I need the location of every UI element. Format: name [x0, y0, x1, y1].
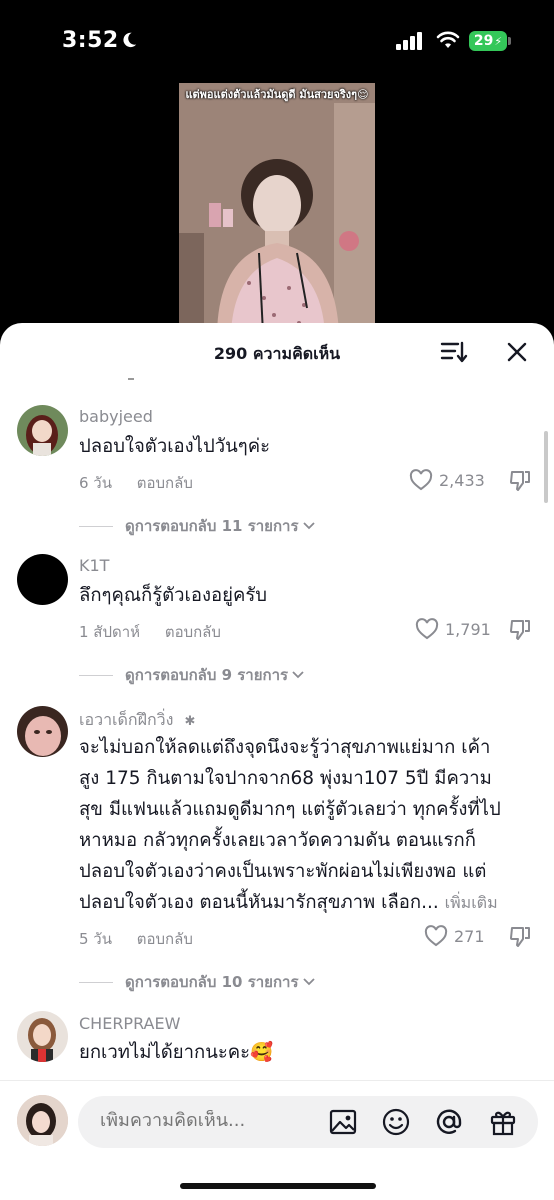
comment-input-bar	[0, 1080, 554, 1200]
comment-text: ปลอบใจตัวเองไปวันๆค่ะ	[79, 436, 271, 457]
signal-icon	[396, 32, 422, 50]
comment-text: ลึกๆคุณก็รู้ตัวเองอยู่ครับ	[79, 585, 268, 606]
avatar[interactable]	[17, 405, 68, 456]
like-button[interactable]: 271	[424, 925, 485, 947]
video-frame-image	[179, 83, 375, 333]
avatar[interactable]	[17, 706, 68, 757]
heart-icon	[424, 925, 448, 947]
comment-item: CHERPRAEW ยกเวทไม่ได้ยากนะคะ🥰	[0, 1011, 554, 1091]
comment-meta: 1 สัปดาห์ ตอบกลับ	[79, 620, 221, 644]
dislike-icon[interactable]	[508, 925, 532, 949]
mention-icon[interactable]	[434, 1107, 464, 1137]
like-count: 2,433	[439, 470, 485, 490]
like-button[interactable]: 2,433	[409, 469, 485, 491]
reply-button[interactable]: ตอบกลับ	[137, 474, 193, 492]
current-user-avatar	[17, 1095, 68, 1146]
battery-indicator: 29 ⚡	[469, 31, 507, 51]
like-button[interactable]: 1,791	[415, 618, 491, 640]
comment-text-long: จะไม่บอกให้ลดแต่ถึงจุดนึงจะรู้ว่าสุขภาพแ…	[79, 732, 531, 918]
like-count: 1,791	[445, 619, 491, 639]
view-replies-button[interactable]: ดูการตอบกลับ 10 รายการ	[79, 970, 315, 994]
comment-meta: 6 วัน ตอบกลับ	[79, 471, 193, 495]
video-preview[interactable]: แต่พอแต่งตัวแล้วมันดูดี มันสวยจริงๆ😌	[179, 83, 375, 333]
avatar[interactable]	[17, 554, 68, 605]
comment-text-line-last: ปลอบใจตัวเอง ตอนนี้หันมารักสุขภาพ เลือก.…	[79, 887, 531, 918]
moon-icon	[123, 32, 137, 48]
home-indicator	[180, 1183, 376, 1189]
wifi-icon	[436, 31, 460, 48]
view-replies-label: ดูการตอบกลับ 10 รายการ	[125, 973, 299, 991]
heart-icon	[415, 618, 439, 640]
comment-input-container[interactable]	[78, 1096, 538, 1148]
status-time: 3:52	[62, 28, 119, 53]
battery-nub	[508, 37, 511, 45]
comments-sheet: 290 ความคิดเห็น babyjeed ปลอบใจตัวเองไปว…	[0, 323, 554, 1200]
comment-text-line: สูง 175 กินตามใจปากจาก68 พุ่งมา107 5ปี ม…	[79, 768, 492, 789]
view-replies-button[interactable]: ดูการตอบกลับ 9 รายการ	[79, 663, 304, 687]
comment-time: 1 สัปดาห์	[79, 623, 141, 641]
comment-input[interactable]	[100, 1110, 320, 1131]
verified-badge-icon: ✱	[184, 714, 196, 729]
comments-header: 290 ความคิดเห็น	[0, 323, 554, 381]
comment-text-line: สุข มีแฟนแล้วแถมดูดีมากๆ แต่รู้ตัวเลยว่า…	[79, 799, 501, 820]
comment-text: ยกเวทไม่ได้ยากนะคะ🥰	[79, 1042, 274, 1063]
view-replies-button[interactable]: ดูการตอบกลับ 11 รายการ	[79, 514, 315, 538]
reply-button[interactable]: ตอบกลับ	[137, 930, 193, 948]
heart-icon	[409, 469, 433, 491]
comment-username[interactable]: babyjeed	[79, 407, 153, 426]
comment-username[interactable]: เอวาเด็กฝึกวิ่ง ✱	[79, 708, 195, 733]
comment-time: 6 วัน	[79, 474, 112, 492]
chevron-down-icon	[302, 978, 315, 986]
previous-comment-edge	[128, 378, 134, 380]
reply-button[interactable]: ตอบกลับ	[165, 623, 221, 641]
battery-level: 29	[473, 33, 494, 49]
status-bar: 3:52 29 ⚡	[0, 0, 554, 80]
dislike-icon[interactable]	[508, 618, 532, 642]
like-count: 271	[454, 926, 485, 946]
comment-item: babyjeed ปลอบใจตัวเองไปวันๆค่ะ 6 วัน ตอบ…	[0, 403, 554, 543]
video-caption: แต่พอแต่งตัวแล้วมันดูดี มันสวยจริงๆ😌	[185, 88, 369, 101]
comment-item: K1T ลึกๆคุณก็รู้ตัวเองอยู่ครับ 1 สัปดาห์…	[0, 552, 554, 692]
comment-username[interactable]: K1T	[79, 556, 109, 575]
comment-text-line: หาหมอ กลัวทุกครั้งเลยเวลาวัดความดัน ตอนแ…	[79, 830, 476, 851]
emoji-icon[interactable]	[381, 1107, 411, 1137]
comment-meta: 5 วัน ตอบกลับ	[79, 927, 193, 951]
dislike-icon[interactable]	[508, 469, 532, 493]
view-replies-label: ดูการตอบกลับ 11 รายการ	[125, 517, 299, 535]
replies-divider-line	[79, 525, 113, 527]
comment-text-line: จะไม่บอกให้ลดแต่ถึงจุดนึงจะรู้ว่าสุขภาพแ…	[79, 737, 491, 758]
view-replies-label: ดูการตอบกลับ 9 รายการ	[125, 666, 289, 684]
chevron-down-icon	[302, 522, 315, 530]
comment-item: เอวาเด็กฝึกวิ่ง ✱ จะไม่บอกให้ลดแต่ถึงจุด…	[0, 704, 554, 994]
image-icon[interactable]	[328, 1107, 358, 1137]
comments-count-title: 290 ความคิดเห็น	[213, 344, 341, 363]
see-more-link[interactable]: เพิ่มเติม	[445, 893, 498, 912]
comment-text-truncated: ปลอบใจตัวเอง ตอนนี้หันมารักสุขภาพ เลือก.…	[79, 892, 439, 913]
comment-time: 5 วัน	[79, 930, 112, 948]
close-icon[interactable]	[505, 340, 529, 364]
replies-divider-line	[79, 981, 113, 983]
chevron-down-icon	[292, 671, 304, 679]
avatar[interactable]	[17, 1011, 68, 1062]
username-text: เอวาเด็กฝึกวิ่ง	[79, 710, 174, 729]
sort-icon[interactable]	[440, 340, 468, 364]
comment-text-line: ปลอบใจตัวเองว่าคงเป็นเพราะพักผ่อนไม่เพีย…	[79, 861, 487, 882]
replies-divider-line	[79, 674, 113, 676]
comment-username[interactable]: CHERPRAEW	[79, 1014, 180, 1033]
gift-icon[interactable]	[488, 1107, 518, 1137]
